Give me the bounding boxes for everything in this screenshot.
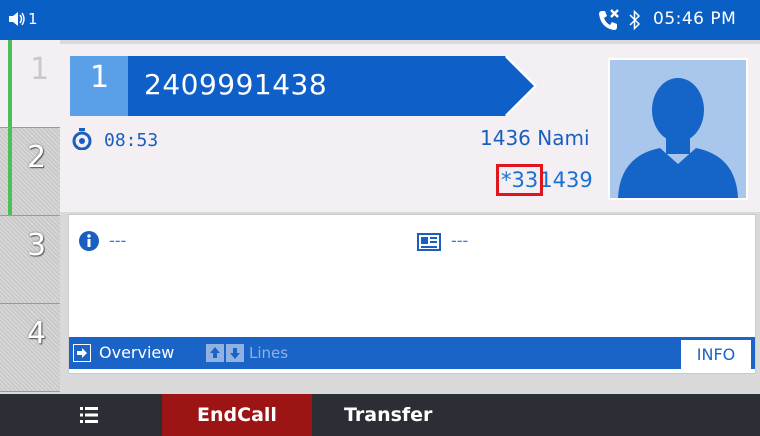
call-line-badge: 1 [70, 56, 128, 116]
active-line-indicator [8, 40, 12, 127]
missed-call-icon [599, 9, 619, 30]
dialed-number: 2409991438 [144, 68, 328, 101]
dial-code: *331439 [495, 164, 593, 196]
line-key-number: 3 [27, 228, 47, 263]
line-key-number: 1 [30, 52, 50, 87]
tab-info[interactable]: INFO [681, 340, 751, 369]
line-key-4[interactable]: 4 [0, 304, 60, 392]
dialed-number-bar: 2409991438 [128, 56, 538, 116]
clock: 05:46 PM [653, 9, 737, 29]
contact-avatar [608, 58, 748, 200]
card-value: --- [451, 231, 469, 250]
transfer-button[interactable]: Transfer [330, 394, 474, 436]
status-bar: 1 05:46 PM [0, 0, 760, 40]
end-call-button[interactable]: EndCall [162, 394, 312, 436]
stopwatch-icon [72, 128, 92, 150]
lines-label: Lines [249, 344, 289, 362]
line-key-2[interactable]: 2 [0, 128, 60, 216]
volume-indicator: 1 [8, 9, 38, 29]
menu-icon[interactable] [80, 406, 98, 424]
line-key-1[interactable]: 1 [0, 40, 60, 128]
line-scroll-keys [206, 344, 244, 362]
call-duration: 08:53 [104, 130, 159, 151]
contact-name: 1436 Nami [480, 126, 590, 150]
person-silhouette-icon [618, 78, 738, 198]
call-line-number: 1 [90, 60, 110, 95]
volume-level: 1 [28, 10, 38, 28]
speaker-icon [9, 12, 25, 26]
overview-arrow-icon[interactable] [73, 344, 91, 362]
line-key-number: 4 [27, 316, 47, 351]
softkey-bar: EndCall Transfer [0, 394, 760, 436]
contact-card-icon [417, 233, 441, 251]
line-key-3[interactable]: 3 [0, 216, 60, 304]
line-indicator [8, 128, 12, 215]
bluetooth-icon [629, 9, 641, 31]
call-panel: 1 2409991438 08:53 1436 Nami *331439 [60, 44, 760, 212]
arrow-up-icon[interactable] [206, 344, 224, 362]
info-icon [79, 231, 99, 251]
info-nav-bar: Overview Lines INFO [69, 337, 755, 369]
line-keys: 1 2 3 4 [0, 40, 60, 394]
line-key-number: 2 [27, 140, 47, 175]
arrow-down-icon[interactable] [226, 344, 244, 362]
info-value: --- [109, 231, 127, 250]
dial-code-highlight: *33 [495, 164, 544, 196]
dial-code-rest: 1439 [539, 168, 593, 192]
overview-label[interactable]: Overview [99, 343, 174, 362]
info-panel: --- --- Overview Lines INFO [68, 214, 756, 374]
